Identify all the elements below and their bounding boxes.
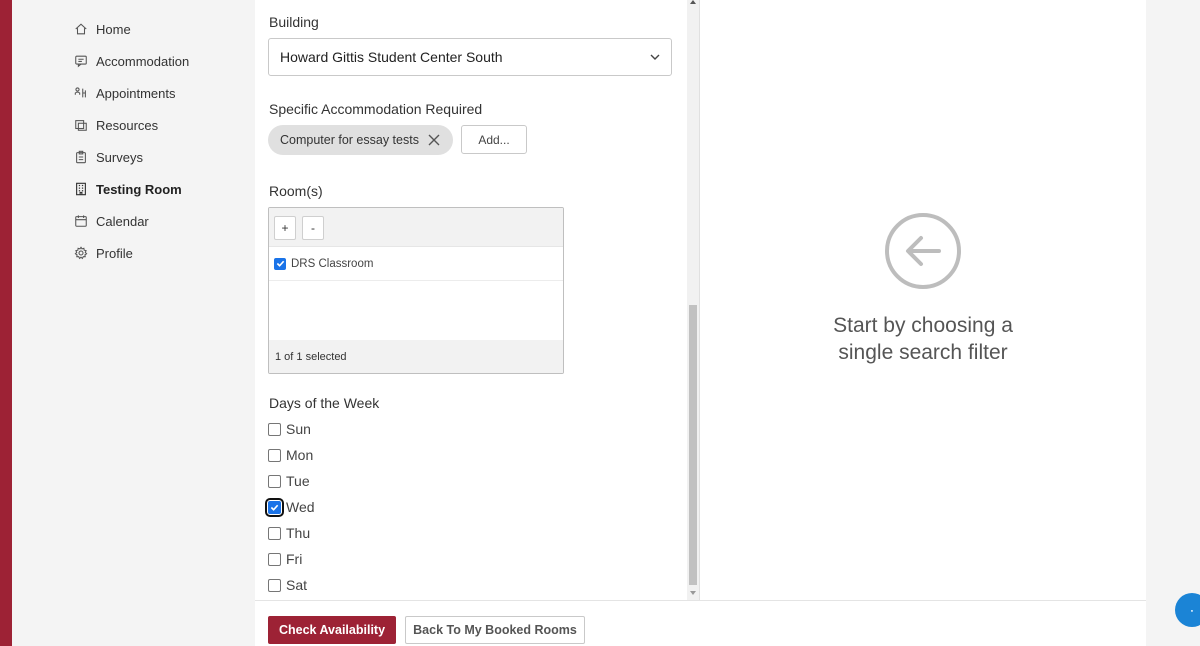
rooms-list: + - DRS Classroom 1 of 1 selected — [268, 207, 564, 374]
home-icon — [74, 22, 88, 36]
day-checkbox[interactable] — [268, 526, 281, 540]
folder-icon — [74, 118, 88, 132]
sidebar-item-label: Resources — [96, 117, 159, 133]
clipboard-icon — [74, 150, 88, 164]
checkmark-icon — [270, 504, 279, 511]
sidebar-item-label: Calendar — [96, 213, 149, 229]
chat-icon — [74, 54, 88, 68]
rooms-label: Room(s) — [269, 183, 323, 199]
sidebar-item-accommodation[interactable]: Accommodation — [74, 50, 189, 72]
day-option-sun[interactable]: Sun — [268, 419, 311, 439]
help-widget-logo: ● — [1190, 607, 1194, 613]
day-label: Thu — [286, 525, 311, 541]
collapse-all-button[interactable]: - — [302, 216, 324, 240]
chevron-down-icon — [650, 54, 660, 60]
day-label: Wed — [286, 499, 315, 515]
room-row-drs-classroom[interactable]: DRS Classroom — [269, 247, 563, 281]
right-gutter — [1146, 0, 1200, 646]
appointments-icon — [74, 86, 88, 100]
sidebar-item-label: Surveys — [96, 149, 143, 165]
close-icon — [428, 134, 440, 146]
day-checkbox[interactable] — [268, 552, 281, 566]
sidebar-item-appointments[interactable]: Appointments — [74, 82, 176, 104]
day-checkbox[interactable] — [265, 497, 284, 517]
day-checkbox[interactable] — [268, 578, 281, 592]
day-checkbox[interactable] — [268, 474, 281, 488]
gear-icon — [74, 246, 88, 260]
scroll-up-arrow[interactable] — [690, 0, 696, 4]
sidebar-item-calendar[interactable]: Calendar — [74, 210, 149, 232]
day-checkbox[interactable] — [268, 422, 281, 436]
day-option-wed[interactable]: Wed — [265, 497, 315, 517]
accommodation-chip-label: Computer for essay tests — [280, 133, 419, 147]
day-label: Mon — [286, 447, 314, 463]
sidebar-item-label: Profile — [96, 245, 133, 261]
add-accommodation-button[interactable]: Add... — [461, 125, 527, 154]
day-option-tue[interactable]: Tue — [268, 471, 310, 491]
building-icon — [74, 182, 88, 196]
empty-state-message: Start by choosing a single search filter — [780, 312, 1066, 366]
day-label: Sun — [286, 421, 311, 437]
days-label: Days of the Week — [269, 395, 380, 411]
sidebar-item-home[interactable]: Home — [74, 18, 131, 40]
day-option-sat[interactable]: Sat — [268, 575, 307, 595]
expand-all-button[interactable]: + — [274, 216, 296, 240]
sidebar-item-label: Appointments — [96, 85, 176, 101]
check-availability-button[interactable]: Check Availability — [268, 616, 396, 644]
arrow-left-circle-icon — [885, 213, 961, 289]
room-checkbox[interactable] — [274, 257, 286, 270]
search-form: Building Howard Gittis Student Center So… — [255, 0, 687, 600]
remove-chip-button[interactable] — [427, 133, 441, 147]
building-label: Building — [269, 14, 319, 30]
scrollbar-thumb[interactable] — [689, 305, 697, 585]
sidebar-item-testing-room[interactable]: Testing Room — [74, 178, 182, 200]
sidebar-item-label: Accommodation — [96, 53, 190, 69]
sidebar-item-resources[interactable]: Resources — [74, 114, 158, 136]
building-select-value: Howard Gittis Student Center South — [280, 49, 503, 65]
sidebar-item-surveys[interactable]: Surveys — [74, 146, 143, 168]
accommodation-chip: Computer for essay tests — [268, 125, 453, 155]
sidebar: Home Accommodation Appointments Resource… — [12, 0, 255, 646]
checkmark-icon — [276, 260, 284, 267]
rooms-toolbar: + - — [269, 208, 563, 247]
scroll-down-arrow[interactable] — [690, 591, 696, 595]
day-label: Tue — [286, 473, 310, 489]
day-checkbox[interactable] — [268, 448, 281, 462]
form-scrollbar[interactable] — [687, 0, 699, 600]
calendar-icon — [74, 214, 88, 228]
back-to-booked-rooms-button[interactable]: Back To My Booked Rooms — [405, 616, 585, 644]
accommodation-label: Specific Accommodation Required — [269, 101, 483, 117]
results-panel: Start by choosing a single search filter — [700, 0, 1146, 600]
room-label: DRS Classroom — [291, 257, 374, 270]
empty-state-line-2: single search filter — [838, 341, 1008, 364]
building-select[interactable]: Howard Gittis Student Center South — [268, 38, 672, 76]
brand-stripe — [0, 0, 12, 646]
sidebar-item-profile[interactable]: Profile — [74, 242, 133, 264]
action-bar: Check Availability Back To My Booked Roo… — [255, 600, 1146, 646]
day-label: Fri — [286, 551, 303, 567]
sidebar-item-label: Testing Room — [96, 181, 182, 197]
day-option-mon[interactable]: Mon — [268, 445, 313, 465]
sidebar-item-label: Home — [96, 21, 131, 37]
day-label: Sat — [286, 577, 308, 593]
day-option-thu[interactable]: Thu — [268, 523, 310, 543]
empty-state-line-1: Start by choosing a — [833, 314, 1013, 337]
day-option-fri[interactable]: Fri — [268, 549, 302, 569]
rooms-selection-count: 1 of 1 selected — [269, 340, 563, 373]
